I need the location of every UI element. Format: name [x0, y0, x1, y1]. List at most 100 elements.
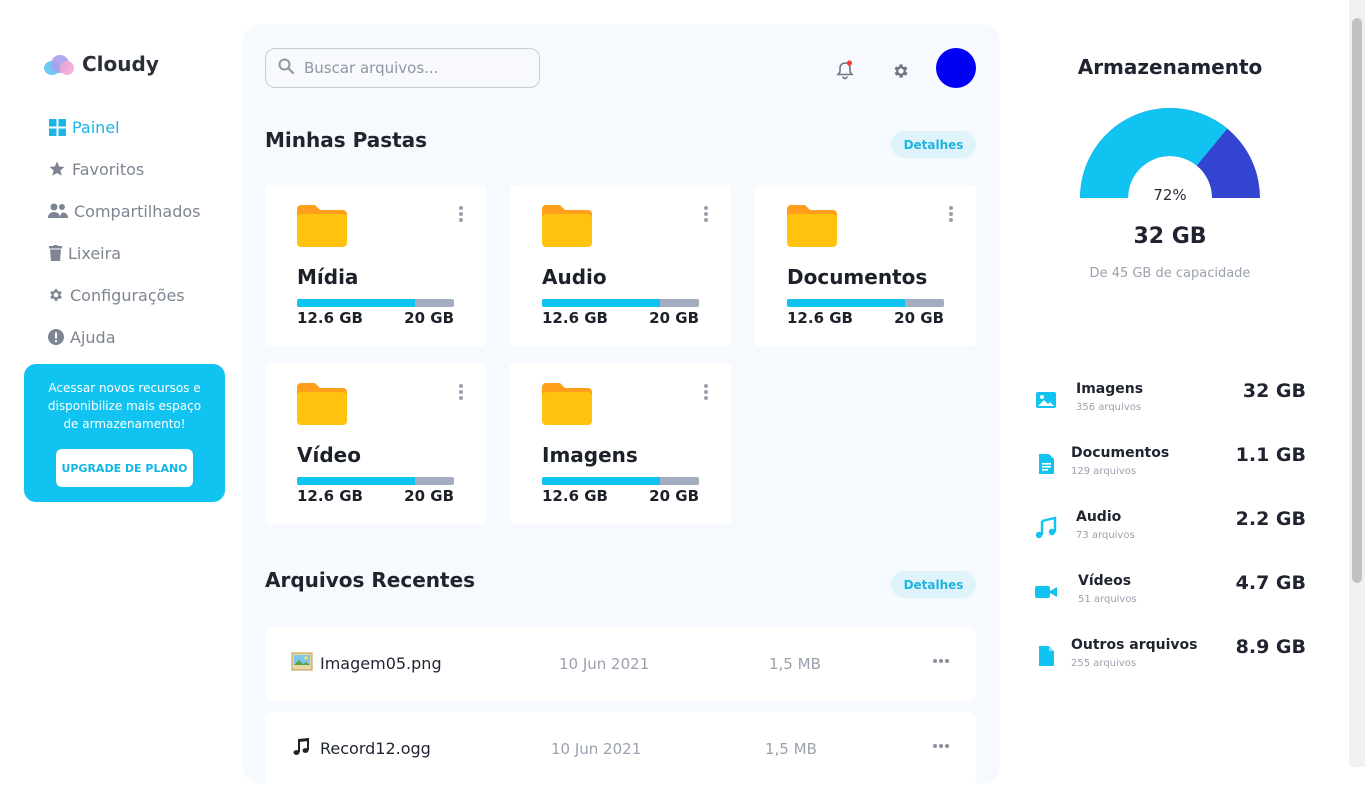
folder-usage-bar: [542, 477, 699, 485]
folder-total: 20 GB: [894, 309, 944, 327]
category-name: Vídeos: [1078, 573, 1132, 589]
folder-menu-icon[interactable]: [703, 384, 709, 402]
sidebar-item-label: Favoritos: [72, 159, 145, 179]
sidebar-item-painel[interactable]: Painel: [48, 106, 200, 148]
category-count: 129 arquivos: [1071, 466, 1137, 477]
folder-usage-bar: [297, 299, 454, 307]
trash-icon: [48, 244, 62, 262]
category-row-documentos[interactable]: Documentos 129 arquivos 1.1 GB: [1034, 444, 1306, 494]
storage-capacity: De 45 GB de capacidade: [1089, 266, 1251, 281]
image-icon: [1036, 392, 1056, 408]
folders-details-button[interactable]: Detalhes: [891, 131, 976, 158]
storage-percent: 72%: [1153, 186, 1187, 204]
file-date: 10 Jun 2021: [551, 740, 642, 758]
search-icon: [278, 58, 295, 78]
folder-menu-icon[interactable]: [458, 384, 464, 402]
folder-icon: [542, 205, 592, 247]
folder-used: 12.6 GB: [297, 309, 363, 327]
folder-icon: [297, 383, 347, 425]
category-row-imagens[interactable]: Imagens 356 arquivos 32 GB: [1034, 380, 1306, 430]
category-name: Imagens: [1076, 381, 1144, 397]
file-row[interactable]: Record12.ogg 10 Jun 2021 1,5 MB: [265, 712, 976, 786]
sidebar-item-label: Configurações: [70, 285, 185, 305]
sidebar-item-label: Ajuda: [70, 327, 116, 347]
music-note-icon: [291, 736, 313, 758]
folder-icon: [787, 205, 837, 247]
folder-icon: [297, 205, 347, 247]
settings-gear-icon[interactable]: [892, 62, 910, 80]
file-name: Record12.ogg: [320, 739, 431, 758]
file-row[interactable]: Imagem05.png 10 Jun 2021 1,5 MB: [265, 627, 976, 701]
recent-details-button[interactable]: Detalhes: [891, 571, 976, 598]
app-name: Cloudy: [82, 52, 159, 76]
file-name: Imagem05.png: [320, 654, 442, 673]
category-row-outros[interactable]: Outros arquivos 255 arquivos 8.9 GB: [1034, 636, 1306, 686]
folder-used: 12.6 GB: [542, 487, 608, 505]
grid-icon: [48, 118, 66, 136]
users-icon: [48, 202, 68, 220]
folder-used: 12.6 GB: [542, 309, 608, 327]
scrollbar-thumb[interactable]: [1352, 18, 1362, 583]
storage-panel: Armazenamento 72% 32 GB De 45 GB de capa…: [1000, 0, 1348, 767]
category-size: 32 GB: [1242, 380, 1306, 402]
image-file-icon: [291, 651, 313, 673]
folder-usage-fill: [297, 299, 415, 307]
upgrade-promo-card: Acessar novos recursos e disponibilize m…: [24, 364, 225, 502]
folder-used: 12.6 GB: [297, 487, 363, 505]
folder-usage-bar: [297, 477, 454, 485]
category-name: Documentos: [1071, 445, 1170, 461]
folders-section-title: Minhas Pastas: [265, 128, 428, 152]
category-size: 2.2 GB: [1235, 508, 1306, 530]
sidebar-item-compartilhados[interactable]: Compartilhados: [48, 190, 200, 232]
gauge-used-arc: [1080, 108, 1228, 198]
category-count: 73 arquivos: [1076, 530, 1135, 541]
gear-icon: [48, 286, 64, 304]
sidebar-item-ajuda[interactable]: Ajuda: [48, 316, 200, 358]
folder-total: 20 GB: [404, 487, 454, 505]
sidebar: Cloudy Painel Favoritos Compartilhados L…: [0, 0, 242, 767]
folder-name: Mídia: [297, 265, 359, 289]
folder-usage-fill: [542, 299, 660, 307]
search-input[interactable]: [304, 59, 524, 77]
category-name: Audio: [1076, 509, 1122, 525]
document-icon: [1039, 454, 1054, 474]
category-count: 356 arquivos: [1076, 402, 1142, 413]
file-size: 1,5 MB: [769, 655, 821, 673]
folder-menu-icon[interactable]: [458, 206, 464, 224]
folder-menu-icon[interactable]: [948, 206, 954, 224]
folder-name: Vídeo: [297, 443, 361, 467]
notification-bell-icon[interactable]: [836, 60, 854, 80]
category-row-audio[interactable]: Audio 73 arquivos 2.2 GB: [1034, 508, 1306, 558]
category-size: 4.7 GB: [1235, 572, 1306, 594]
sidebar-item-configuracoes[interactable]: Configurações: [48, 274, 200, 316]
sidebar-item-favoritos[interactable]: Favoritos: [48, 148, 200, 190]
promo-text: Acessar novos recursos e disponibilize m…: [47, 381, 202, 431]
help-icon: [48, 328, 64, 346]
file-more-icon[interactable]: [933, 744, 951, 750]
folder-usage-bar: [542, 299, 699, 307]
page-scrollbar[interactable]: [1349, 0, 1365, 767]
recent-files-title: Arquivos Recentes: [265, 568, 476, 592]
category-size: 1.1 GB: [1235, 444, 1306, 466]
search-bar[interactable]: [265, 48, 540, 88]
folder-card-documentos[interactable]: Documentos 12.6 GB 20 GB: [755, 185, 976, 346]
folder-usage-fill: [297, 477, 415, 485]
folder-used: 12.6 GB: [787, 309, 853, 327]
folder-card-imagens[interactable]: Imagens 12.6 GB 20 GB: [510, 363, 731, 524]
logo[interactable]: Cloudy: [44, 52, 159, 76]
folder-name: Audio: [542, 265, 607, 289]
folder-card-video[interactable]: Vídeo 12.6 GB 20 GB: [265, 363, 486, 524]
file-icon: [1039, 646, 1054, 666]
avatar[interactable]: [936, 48, 976, 88]
category-row-videos[interactable]: Vídeos 51 arquivos 4.7 GB: [1034, 572, 1306, 622]
folder-menu-icon[interactable]: [703, 206, 709, 224]
folder-usage-fill: [542, 477, 660, 485]
folder-card-audio[interactable]: Audio 12.6 GB 20 GB: [510, 185, 731, 346]
category-count: 255 arquivos: [1071, 658, 1137, 669]
folder-card-midia[interactable]: Mídia 12.6 GB 20 GB: [265, 185, 486, 346]
sidebar-item-lixeira[interactable]: Lixeira: [48, 232, 200, 274]
file-more-icon[interactable]: [933, 659, 951, 665]
upgrade-plan-button[interactable]: UPGRADE DE PLANO: [56, 449, 193, 487]
storage-title: Armazenamento: [1077, 55, 1263, 79]
sidebar-nav: Painel Favoritos Compartilhados Lixeira …: [48, 106, 200, 358]
